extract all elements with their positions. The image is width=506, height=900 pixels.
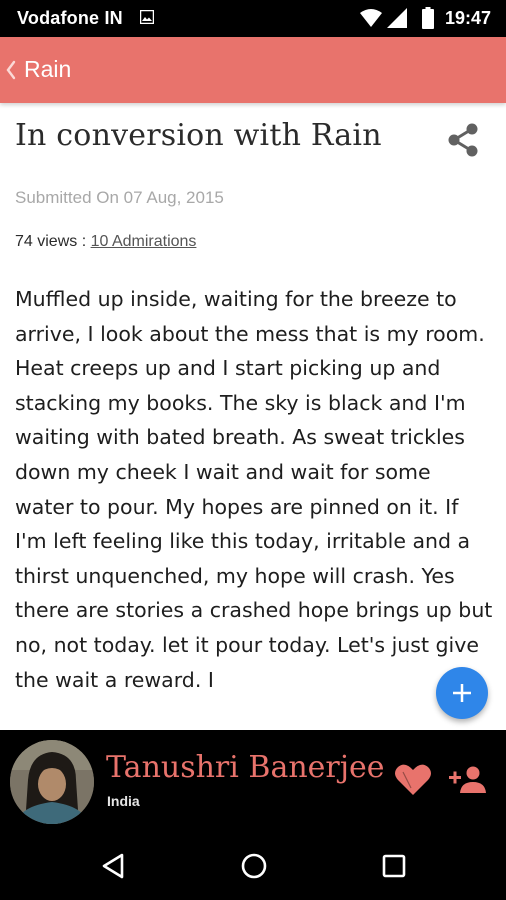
- post-stats: 74 views : 10 Admirations: [15, 233, 196, 251]
- status-bar: Vodafone IN 19:47: [0, 0, 506, 37]
- post-body: Muffled up inside, waiting for the breez…: [15, 282, 495, 729]
- app-bar-title[interactable]: Rain: [24, 56, 71, 83]
- plus-icon: [453, 684, 471, 702]
- carrier-name: Vodafone IN: [17, 8, 123, 28]
- back-triangle-icon[interactable]: [100, 852, 126, 880]
- add-fab-button[interactable]: [436, 667, 488, 719]
- clock: 19:47: [445, 8, 492, 28]
- admirations-link[interactable]: 10 Admirations: [91, 233, 197, 250]
- gallery-icon: [140, 10, 154, 24]
- navigation-bar: [0, 830, 506, 900]
- author-name[interactable]: Tanushri Banerjee: [106, 750, 385, 785]
- author-bar: Tanushri Banerjee India: [0, 730, 506, 830]
- wifi-icon: [360, 9, 382, 27]
- app-bar: Rain: [0, 37, 506, 103]
- share-icon[interactable]: [446, 123, 480, 157]
- submitted-date: Submitted On 07 Aug, 2015: [15, 188, 224, 207]
- signal-icon: [387, 8, 407, 28]
- chevron-left-icon[interactable]: [5, 60, 17, 80]
- author-country: India: [107, 793, 140, 809]
- avatar-image: [10, 740, 94, 824]
- heart-icon[interactable]: [394, 763, 432, 797]
- views-count: 74 views :: [15, 233, 91, 250]
- add-user-icon[interactable]: [449, 765, 487, 793]
- post-title: In conversion with Rain: [15, 118, 382, 153]
- post-body-text: Muffled up inside, waiting for the breez…: [15, 287, 493, 692]
- recents-square-icon[interactable]: [380, 852, 408, 880]
- author-avatar[interactable]: [10, 740, 94, 824]
- battery-icon: [422, 7, 434, 29]
- home-circle-icon[interactable]: [240, 852, 268, 880]
